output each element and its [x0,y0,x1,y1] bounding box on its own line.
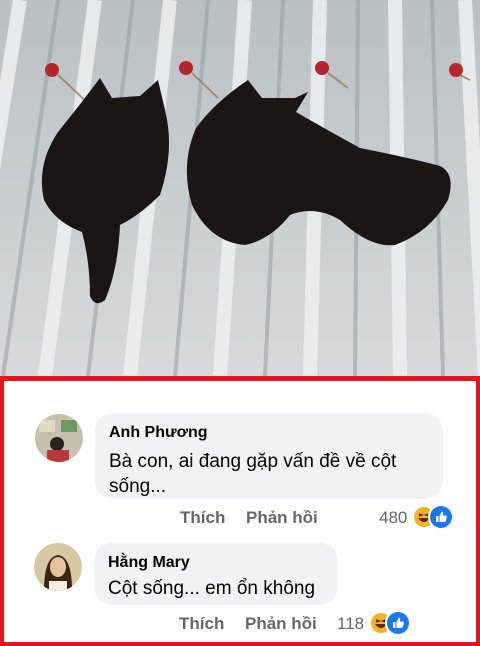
commenter-avatar[interactable] [35,414,83,462]
cats-on-roof-image [0,0,480,376]
comment-bubble[interactable]: Hằng Mary Cột sống... em ổn không [94,543,338,605]
like-icon [385,610,411,636]
commenter-avatar[interactable] [34,543,82,591]
reaction-count[interactable]: 480 [379,508,407,528]
comment-author[interactable]: Anh Phương [109,424,208,442]
comment-text-line-1: Cột sống... em ổn không [108,578,316,599]
reply-button[interactable]: Phản hồi [245,614,317,634]
reply-button[interactable]: Phản hồi [246,508,318,528]
comment-bubble[interactable]: Anh Phương Bà con, ai đang gặp vấn đề về… [95,413,443,499]
avatar-photo-icon [34,543,82,591]
reaction-count[interactable]: 118 [337,614,364,634]
like-button[interactable]: Thích [180,508,225,528]
post-photo[interactable] [0,0,480,376]
like-button[interactable]: Thích [179,614,224,634]
comment-text-line-2: sống... [109,476,167,497]
comments-section: Anh Phương Bà con, ai đang gặp vấn đề về… [0,376,480,646]
avatar-photo-icon [35,414,83,462]
comment-text-line-1: Bà con, ai đang gặp vấn đề về cột [109,451,397,472]
like-icon [428,504,454,530]
comment-author[interactable]: Hằng Mary [108,554,190,572]
